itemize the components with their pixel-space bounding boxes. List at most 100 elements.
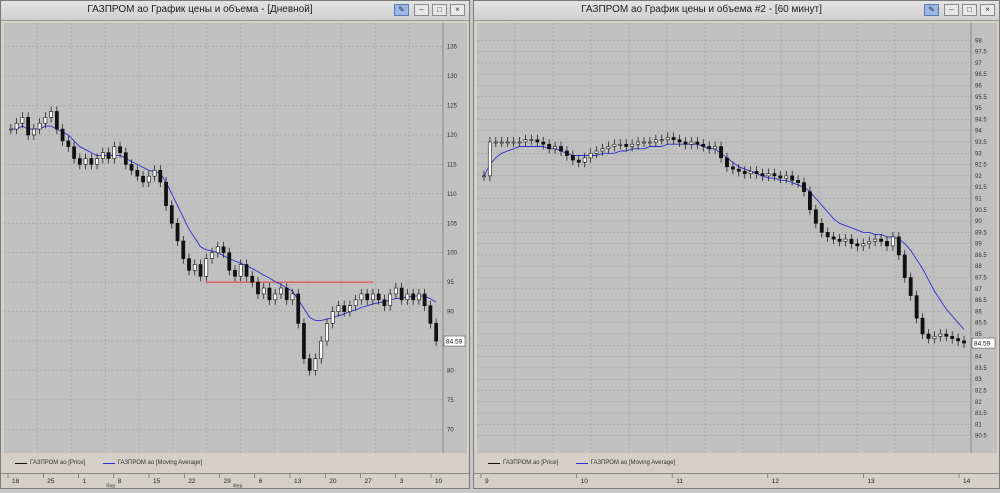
price-chart-plot[interactable]: 70758085909510010511011512012513013584.5… bbox=[4, 23, 467, 453]
candle-body bbox=[653, 139, 658, 143]
y-tick-label: 91 bbox=[975, 196, 982, 202]
y-tick-label: 85.5 bbox=[975, 321, 987, 327]
candle-body bbox=[802, 182, 806, 192]
candle-body bbox=[813, 209, 818, 224]
y-tick-label: 95.5 bbox=[975, 95, 987, 101]
candle-body bbox=[576, 159, 581, 163]
candle-body bbox=[926, 333, 931, 339]
x-tick-label: 8 bbox=[118, 478, 122, 485]
candle-body bbox=[843, 238, 848, 242]
chart-window-daily[interactable]: ГАЗПРОМ ао График цены и объема - [Дневн… bbox=[0, 0, 470, 490]
candle-body bbox=[14, 122, 19, 130]
y-tick-label: 86 bbox=[975, 309, 982, 315]
candle-body bbox=[487, 141, 492, 177]
candle-body bbox=[695, 141, 700, 145]
x-tick-label: 11 bbox=[676, 478, 683, 485]
candle-body bbox=[428, 305, 433, 324]
candle-body bbox=[244, 264, 249, 277]
x-tick-label: 18 bbox=[12, 478, 20, 485]
legend-ma-swatch bbox=[575, 462, 588, 464]
candle-body bbox=[808, 191, 812, 211]
minimize-button[interactable]: – bbox=[414, 4, 429, 16]
candle-body bbox=[594, 150, 599, 154]
candle-body bbox=[671, 137, 676, 141]
maximize-button[interactable]: □ bbox=[962, 4, 977, 16]
candle-body bbox=[382, 299, 387, 307]
candle-body bbox=[890, 236, 895, 247]
x-tick-label: 27 bbox=[365, 478, 373, 485]
price-chart-plot[interactable]: 80.58181.58282.58383.58484.58585.58686.5… bbox=[477, 23, 997, 453]
candle-body bbox=[730, 166, 735, 170]
legend-price-swatch bbox=[15, 462, 27, 464]
y-tick-label: 96 bbox=[975, 83, 982, 89]
candle-body bbox=[914, 295, 919, 319]
candle-body bbox=[319, 340, 324, 359]
x-tick-label: 3 bbox=[400, 478, 404, 485]
legend-price-swatch bbox=[488, 462, 500, 464]
y-tick-label: 100 bbox=[447, 251, 458, 257]
candle-body bbox=[784, 175, 789, 179]
candle-body bbox=[250, 275, 255, 283]
candle-body bbox=[600, 148, 605, 152]
y-tick-label: 105 bbox=[447, 221, 458, 227]
chart-window-60min[interactable]: ГАЗПРОМ ао График цены и объема #2 - [60… bbox=[473, 0, 1000, 489]
legend-ma-swatch bbox=[102, 462, 115, 464]
y-tick-label: 93.5 bbox=[975, 140, 987, 146]
y-tick-label: 97 bbox=[975, 61, 982, 67]
candle-body bbox=[962, 340, 966, 344]
candle-body bbox=[290, 293, 295, 301]
y-tick-label: 94 bbox=[975, 129, 982, 135]
candle-body bbox=[636, 141, 640, 145]
candle-body bbox=[20, 117, 25, 124]
legend-price: ГАЗПРОМ ао [Price] bbox=[30, 460, 86, 466]
candle-body bbox=[365, 293, 370, 301]
y-tick-label: 125 bbox=[447, 104, 458, 110]
pin-icon[interactable]: ✎ bbox=[924, 4, 939, 16]
candle-body bbox=[54, 111, 59, 130]
candle-body bbox=[766, 173, 771, 177]
window-titlebar[interactable]: ГАЗПРОМ ао График цены и объема - [Дневн… bbox=[1, 1, 469, 21]
candle-body bbox=[867, 241, 872, 244]
close-button[interactable]: × bbox=[980, 4, 995, 16]
candle-body bbox=[624, 143, 629, 147]
y-tick-label: 81 bbox=[975, 422, 982, 428]
candle-body bbox=[879, 238, 883, 242]
close-button[interactable]: × bbox=[450, 4, 465, 16]
candle-body bbox=[831, 236, 836, 240]
y-tick-label: 98 bbox=[975, 38, 982, 44]
candle-body bbox=[956, 338, 961, 342]
candle-body bbox=[837, 238, 842, 242]
candle-body bbox=[511, 141, 516, 144]
candle-body bbox=[256, 281, 260, 295]
maximize-button[interactable]: □ bbox=[432, 4, 447, 16]
y-tick-label: 95 bbox=[975, 106, 982, 112]
candle-body bbox=[796, 180, 801, 183]
x-tick-label: 10 bbox=[435, 478, 443, 485]
window-title: ГАЗПРОМ ао График цены и объема #2 - [60… bbox=[581, 4, 822, 15]
x-tick-label: 1 bbox=[83, 478, 87, 485]
last-price-label: 84.59 bbox=[446, 339, 463, 346]
window-titlebar[interactable]: ГАЗПРОМ ао График цены и объема #2 - [60… bbox=[474, 1, 999, 21]
candle-body bbox=[665, 137, 670, 141]
candle-body bbox=[129, 164, 134, 171]
y-tick-label: 135 bbox=[447, 45, 458, 51]
candle-body bbox=[198, 264, 203, 277]
candle-body bbox=[267, 287, 272, 301]
candle-body bbox=[100, 152, 105, 159]
candle-body bbox=[677, 139, 682, 143]
candle-body bbox=[559, 146, 563, 152]
candle-body bbox=[920, 317, 925, 335]
candle-body bbox=[896, 236, 901, 256]
candle-body bbox=[284, 287, 289, 301]
candle-body bbox=[689, 141, 694, 145]
candle-body bbox=[630, 143, 635, 147]
candle-body bbox=[72, 146, 76, 159]
pin-icon[interactable]: ✎ bbox=[394, 4, 409, 16]
candle-body bbox=[517, 141, 522, 144]
candle-body bbox=[89, 158, 94, 165]
candle-body bbox=[118, 146, 122, 153]
y-tick-label: 120 bbox=[447, 133, 458, 139]
legend-price: ГАЗПРОМ ао [Price] bbox=[503, 460, 559, 466]
minimize-button[interactable]: – bbox=[944, 4, 959, 16]
candle-body bbox=[359, 293, 364, 301]
